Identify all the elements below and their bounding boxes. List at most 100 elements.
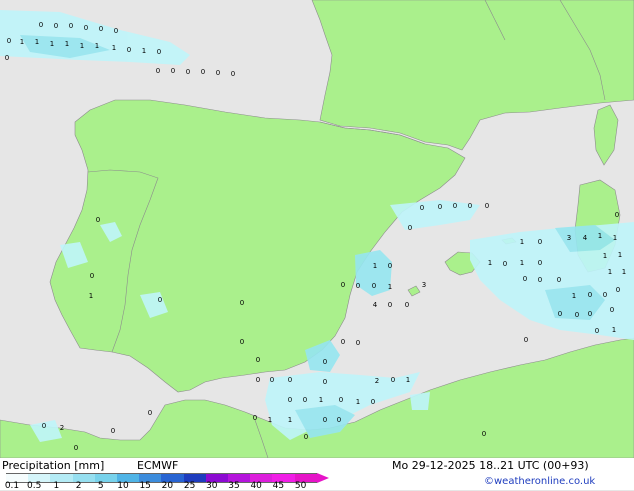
- point-value: 1: [612, 326, 616, 334]
- legend-model: ECMWF: [137, 459, 179, 472]
- point-value: 0: [54, 22, 58, 30]
- point-value: 0: [575, 311, 579, 319]
- point-value: 1: [268, 416, 272, 424]
- point-value: 0: [156, 67, 160, 75]
- legend-credit: ©weatheronline.co.uk: [484, 476, 596, 487]
- point-value: 1: [406, 376, 410, 384]
- point-value: 0: [616, 286, 620, 294]
- point-value: 1: [488, 259, 492, 267]
- point-value: 0: [240, 338, 244, 346]
- point-value: 0: [157, 48, 161, 56]
- point-value: 0: [595, 327, 599, 335]
- point-value: 0: [253, 414, 257, 422]
- point-value: 0: [201, 68, 205, 76]
- point-value: 1: [35, 38, 39, 46]
- point-value: 0: [603, 291, 607, 299]
- point-value: 0: [588, 310, 592, 318]
- point-value: 0: [388, 262, 392, 270]
- point-value: 0: [42, 422, 46, 430]
- point-value: 0: [231, 70, 235, 78]
- point-value: 0: [339, 396, 343, 404]
- point-value: 0: [158, 296, 162, 304]
- point-value: 1: [608, 268, 612, 276]
- point-value: 0: [74, 444, 78, 452]
- point-value: 0: [388, 301, 392, 309]
- point-value: 0: [558, 310, 562, 318]
- point-value: 0: [356, 339, 360, 347]
- point-value: 0: [90, 272, 94, 280]
- point-value: 0: [485, 202, 489, 210]
- point-value: 1: [20, 38, 24, 46]
- point-value: 0: [256, 356, 260, 364]
- precipitation-map: 0 0 0 0 0 0 0 1 1 1 1 1 1 1 0 1 0 0 0 0 0 0 0 0 0 0 0 0 0 0 0 0 3 4 1 1 0 1 1 1…: [0, 0, 634, 458]
- point-value: 0: [615, 211, 619, 219]
- point-value: 0: [524, 336, 528, 344]
- point-value: 1: [112, 44, 116, 52]
- point-value: 1: [520, 259, 524, 267]
- point-value: 0: [610, 306, 614, 314]
- point-value: 0: [127, 46, 131, 54]
- point-value: 0: [323, 378, 327, 386]
- point-value: 0: [186, 68, 190, 76]
- point-value: 0: [503, 260, 507, 268]
- point-value: 0: [96, 216, 100, 224]
- point-value: 0: [7, 37, 11, 45]
- point-value: 1: [288, 416, 292, 424]
- point-value: 1: [65, 40, 69, 48]
- point-value: 0: [114, 27, 118, 35]
- point-value: 1: [95, 42, 99, 50]
- point-value: 1: [319, 396, 323, 404]
- point-value: 3: [567, 234, 571, 242]
- point-value: 0: [482, 430, 486, 438]
- point-value: 0: [288, 396, 292, 404]
- point-value: 0: [323, 416, 327, 424]
- point-value: 1: [618, 251, 622, 259]
- point-value: 3: [422, 281, 426, 289]
- point-value: 0: [538, 276, 542, 284]
- point-value: 0: [341, 338, 345, 346]
- point-value: 0: [148, 409, 152, 417]
- point-value: 0: [405, 301, 409, 309]
- legend-datetime: Mo 29-12-2025 18..21 UTC (00+93): [392, 459, 589, 472]
- point-value: 0: [372, 282, 376, 290]
- point-value: 1: [388, 283, 392, 291]
- point-value: 1: [613, 234, 617, 242]
- point-value: 0: [84, 24, 88, 32]
- point-value: 2: [60, 424, 64, 432]
- point-value: 0: [270, 376, 274, 384]
- point-value: 0: [5, 54, 9, 62]
- point-value: 0: [538, 259, 542, 267]
- point-value: 0: [69, 22, 73, 30]
- point-value: 1: [50, 40, 54, 48]
- point-value: 0: [468, 202, 472, 210]
- point-value: 0: [99, 25, 103, 33]
- point-value: 0: [304, 433, 308, 441]
- point-value: 1: [356, 398, 360, 406]
- point-value: 0: [111, 427, 115, 435]
- point-value: 0: [323, 358, 327, 366]
- point-value: 0: [588, 291, 592, 299]
- point-value: 0: [216, 69, 220, 77]
- point-value: 0: [523, 275, 527, 283]
- legend-title: Precipitation [mm]: [2, 459, 105, 472]
- point-value: 0: [420, 204, 424, 212]
- point-value: 1: [80, 42, 84, 50]
- scale-arrow: [316, 473, 329, 483]
- point-value: 4: [583, 234, 588, 242]
- point-value: 1: [572, 292, 576, 300]
- point-value: 0: [39, 21, 43, 29]
- point-value: 0: [371, 398, 375, 406]
- point-value: 1: [603, 252, 607, 260]
- point-value: 1: [520, 238, 524, 246]
- point-value: 4: [373, 301, 378, 309]
- point-value: 1: [142, 47, 146, 55]
- point-value: 0: [453, 202, 457, 210]
- point-value: 0: [538, 238, 542, 246]
- point-value: 0: [341, 281, 345, 289]
- point-value: 0: [438, 203, 442, 211]
- point-value: 0: [408, 224, 412, 232]
- point-value: 1: [373, 262, 377, 270]
- point-value: 0: [288, 376, 292, 384]
- point-value: 0: [337, 416, 341, 424]
- point-value: 1: [598, 232, 602, 240]
